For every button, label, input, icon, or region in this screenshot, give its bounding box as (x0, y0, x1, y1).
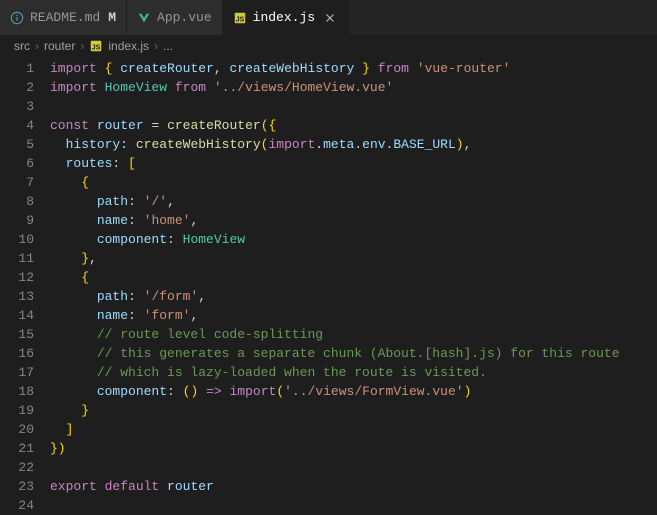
breadcrumb-item[interactable]: router (44, 39, 75, 53)
tab-label: index.js (253, 10, 315, 25)
tab-bar: README.md M App.vue JS index.js (0, 0, 657, 35)
tab-label: App.vue (157, 10, 212, 25)
modified-indicator: M (108, 10, 116, 25)
tab-label: README.md (30, 10, 100, 25)
chevron-right-icon: › (154, 39, 158, 53)
js-icon: JS (233, 11, 247, 25)
js-icon: JS (89, 39, 103, 53)
code-content[interactable]: import { createRouter, createWebHistory … (50, 59, 657, 515)
tab-index-js[interactable]: JS index.js (223, 0, 350, 35)
breadcrumb-item[interactable]: index.js (108, 39, 149, 53)
breadcrumb-item[interactable]: ... (163, 39, 173, 53)
breadcrumb: src › router › JS index.js › ... (0, 35, 657, 57)
line-gutter: 123456789101112131415161718192021222324 (0, 59, 50, 515)
vue-icon (137, 11, 151, 25)
tab-readme[interactable]: README.md M (0, 0, 127, 35)
svg-text:JS: JS (235, 16, 244, 23)
tab-app-vue[interactable]: App.vue (127, 0, 223, 35)
info-icon (10, 11, 24, 25)
close-icon[interactable] (321, 11, 339, 25)
chevron-right-icon: › (35, 39, 39, 53)
code-editor[interactable]: 123456789101112131415161718192021222324 … (0, 57, 657, 515)
breadcrumb-item[interactable]: src (14, 39, 30, 53)
svg-text:JS: JS (92, 45, 101, 52)
chevron-right-icon: › (80, 39, 84, 53)
